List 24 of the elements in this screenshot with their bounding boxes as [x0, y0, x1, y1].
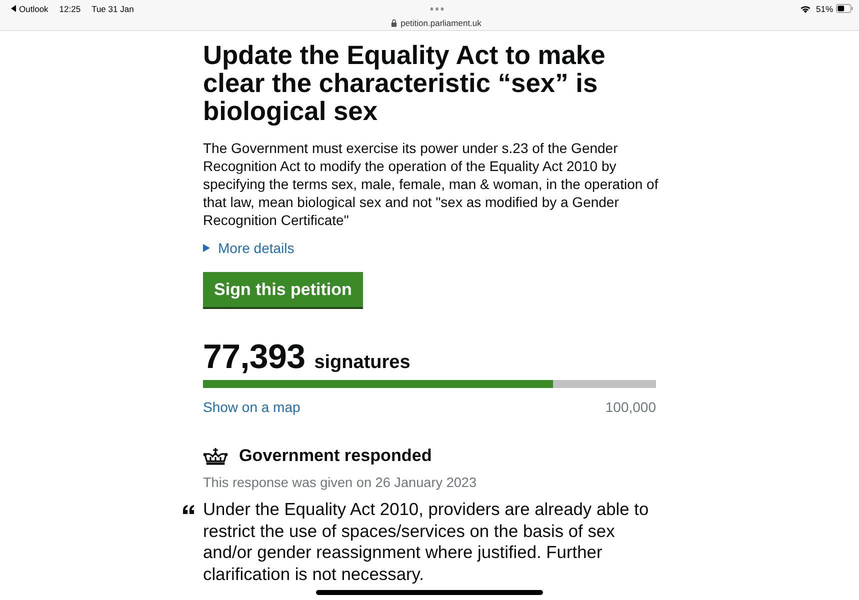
crown-icon [203, 448, 228, 464]
signatures-label: signatures [314, 351, 410, 375]
more-details-link[interactable]: More details [203, 238, 294, 258]
quote-mark-icon [183, 505, 194, 514]
more-dots-icon[interactable] [430, 6, 444, 10]
back-icon[interactable] [11, 5, 16, 12]
lock-icon [390, 18, 397, 26]
back-app-label[interactable]: Outlook [19, 4, 48, 14]
triangle-icon [203, 244, 210, 252]
petition-title: Update the Equality Act to make clear the characteristic “sex” is biological sex [203, 41, 606, 125]
sign-petition-button[interactable]: Sign this petition [203, 272, 363, 309]
signature-goal: 100,000 [605, 398, 656, 416]
address-url[interactable]: petition.parliament.uk [400, 18, 482, 28]
wifi-icon [800, 4, 811, 12]
status-time: 12:25 [59, 4, 81, 14]
response-heading: Government responded [239, 445, 432, 467]
response-date: This response was given on 26 January 2023 [203, 474, 478, 492]
battery-percent: 51% [816, 4, 833, 14]
battery-icon [836, 4, 853, 13]
petition-description: The Government must exercise its power under s.23 of the Gender Recognition Act to modify the operation of the Equality Act 2010 by specifying the terms sex, male, female, man & woman, in the operation of that law, mean biological sex and not "sex as modified by a Gender Recognition Certificate" [203, 139, 659, 229]
response-quote: Under the Equality Act 2010, providers are already able to restrict the use of spaces/services on the basis of sex and/or gender reassignment where justified. Further clarification is not necessary. [203, 499, 650, 586]
status-date: Tue 31 Jan [92, 4, 134, 14]
signature-count: 77,393 [203, 338, 306, 376]
show-map-link[interactable]: Show on a map [203, 398, 300, 416]
